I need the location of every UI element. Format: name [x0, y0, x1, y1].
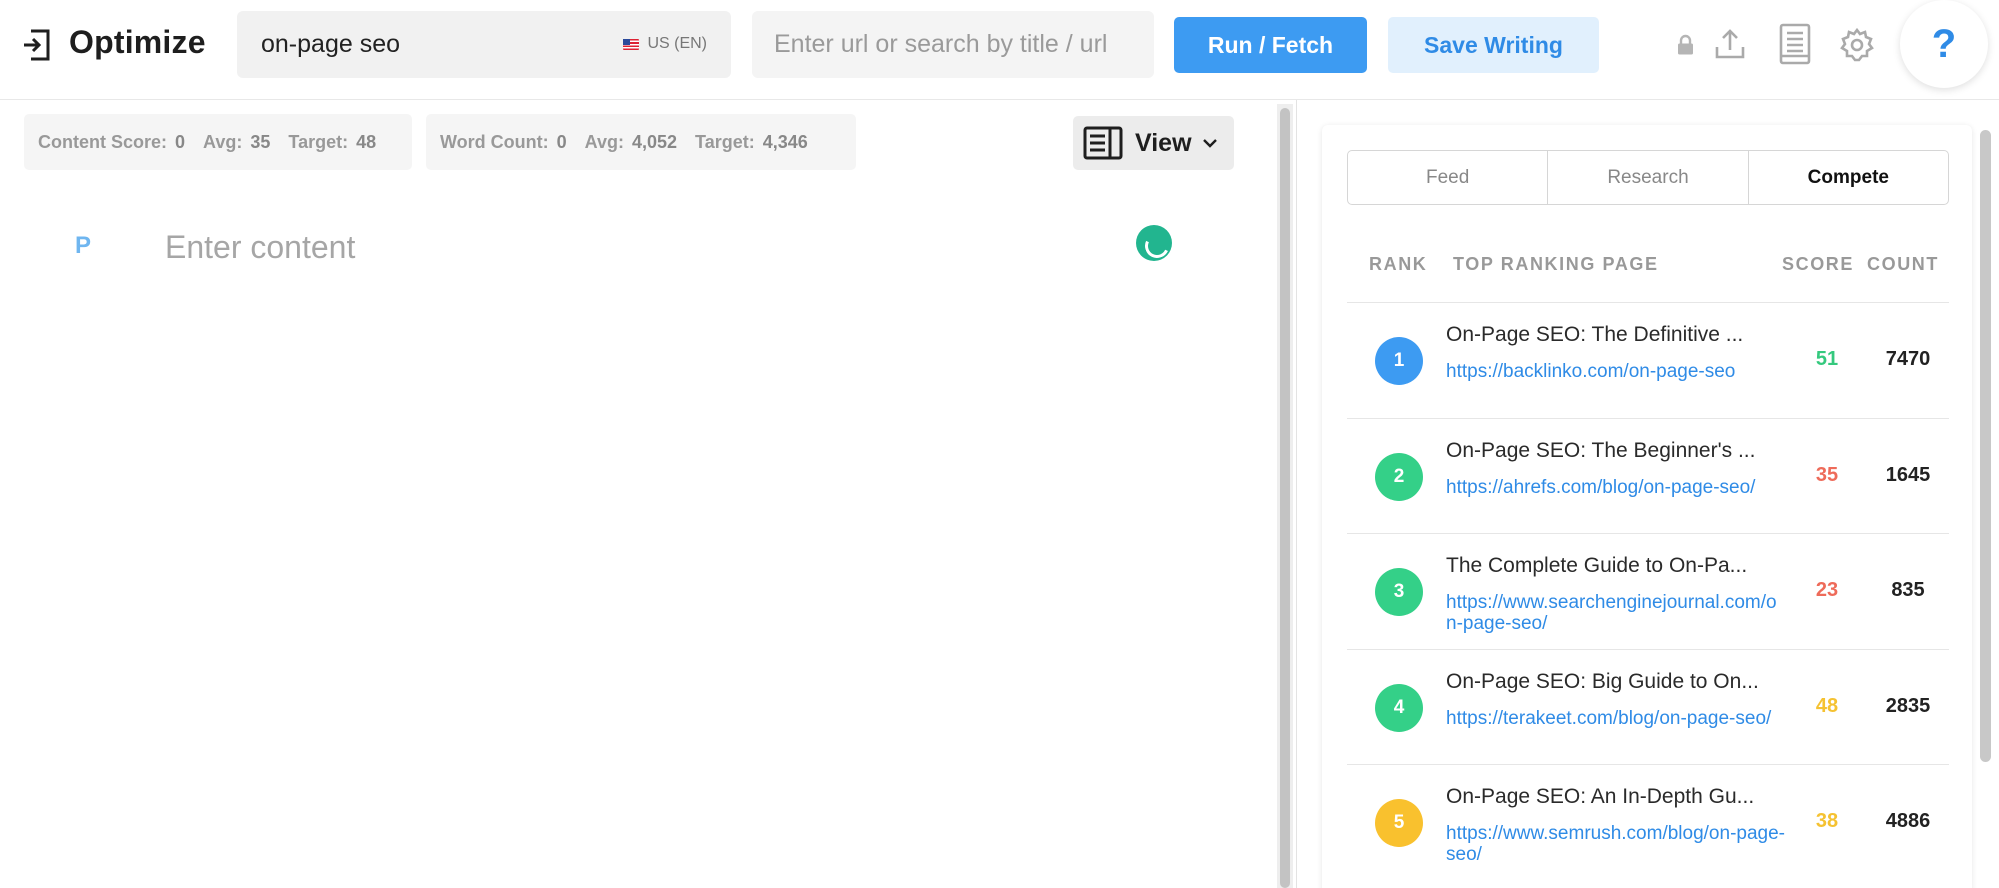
table-row[interactable]: 5 On-Page SEO: An In-Depth Gu... https:/… [1347, 764, 1949, 880]
page-title: On-Page SEO: The Beginner's ... [1446, 438, 1756, 462]
content-score-target: 48 [356, 131, 377, 152]
column-header-rank: RANK [1369, 254, 1428, 274]
count-value: 2835 [1885, 694, 1931, 717]
word-count-avg: 4,052 [632, 131, 678, 152]
upload-icon[interactable] [1714, 28, 1746, 60]
help-button[interactable]: ? [1900, 0, 1988, 88]
panel-scrollbar[interactable] [1978, 128, 1993, 888]
url-search-input[interactable] [752, 11, 1154, 78]
score-value: 38 [1815, 810, 1839, 832]
count-value: 7470 [1885, 348, 1931, 370]
score-value: 48 [1815, 694, 1839, 717]
lock-icon[interactable] [1677, 34, 1694, 56]
exit-icon[interactable] [22, 28, 52, 62]
page-url-link[interactable]: https://ahrefs.com/blog/on-page-seo/ [1446, 477, 1786, 498]
table-row[interactable]: 1 On-Page SEO: The Definitive ... https:… [1347, 302, 1949, 418]
count-value: 4886 [1885, 810, 1931, 832]
keyword-field[interactable]: on-page seo US (EN) [237, 11, 731, 78]
table-row[interactable]: 3 The Complete Guide to On-Pa... https:/… [1347, 533, 1949, 649]
page-url-link[interactable]: https://terakeet.com/blog/on-page-seo/ [1446, 708, 1786, 729]
content-score-target-label: Target: [288, 131, 349, 152]
page-title: The Complete Guide to On-Pa... [1446, 554, 1748, 577]
ranking-table: 1 On-Page SEO: The Definitive ... https:… [1347, 302, 1949, 880]
page-url-link[interactable]: https://backlinko.com/on-page-seo [1446, 361, 1786, 382]
rank-badge: 3 [1375, 568, 1423, 616]
panel-tabs: Feed Research Compete [1347, 150, 1949, 205]
editor-scrollbar[interactable] [1277, 104, 1293, 888]
page-title: On-Page SEO: Big Guide to On... [1446, 669, 1759, 693]
word-count-target: 4,346 [762, 131, 808, 152]
content-score-summary: Content Score: 0 Avg: 35 Target: 48 [24, 114, 412, 170]
flag-icon [623, 38, 640, 50]
column-header-page: TOP RANKING PAGE [1453, 254, 1659, 274]
app-title: Optimize [69, 24, 206, 60]
content-score-avg: 35 [250, 131, 271, 152]
locale-selector[interactable]: US (EN) [623, 35, 707, 53]
paragraph-tag[interactable]: P [75, 232, 91, 260]
gear-icon[interactable] [1839, 27, 1875, 63]
url-search-field[interactable] [752, 11, 1154, 78]
score-value: 23 [1815, 579, 1839, 601]
content-score-avg-label: Avg: [203, 131, 243, 152]
rank-badge: 5 [1375, 799, 1423, 847]
keyword-value: on-page seo [261, 30, 401, 58]
rank-badge: 4 [1375, 683, 1423, 732]
view-layout-icon [1083, 126, 1123, 160]
top-bar: Optimize on-page seo US (EN) Run / Fetch… [0, 0, 1999, 100]
column-header-count: COUNT [1867, 254, 1939, 274]
word-count-summary: Word Count: 0 Avg: 4,052 Target: 4,346 [426, 114, 856, 170]
tab-compete[interactable]: Compete [1749, 151, 1948, 204]
run-fetch-button[interactable]: Run / Fetch [1174, 17, 1367, 73]
tab-research[interactable]: Research [1548, 151, 1749, 204]
tab-feed[interactable]: Feed [1348, 151, 1549, 204]
locale-label: US (EN) [647, 35, 707, 52]
column-header-score: SCORE [1782, 254, 1855, 274]
chevron-down-icon [1202, 139, 1217, 148]
page-title: On-Page SEO: The Definitive ... [1446, 323, 1744, 346]
panel-scrollbar-thumb[interactable] [1980, 130, 1991, 762]
table-row[interactable]: 4 On-Page SEO: Big Guide to On... https:… [1347, 648, 1949, 765]
page-url-link[interactable]: https://www.searchenginejournal.com/on-p… [1446, 592, 1786, 634]
view-button[interactable]: View [1073, 116, 1234, 170]
word-count-label: Word Count: [440, 131, 549, 152]
save-writing-button[interactable]: Save Writing [1388, 17, 1599, 73]
count-value: 1645 [1885, 463, 1931, 486]
editor-scrollbar-thumb[interactable] [1280, 108, 1290, 888]
document-icon[interactable] [1778, 23, 1812, 65]
content-score-value: 0 [175, 131, 186, 152]
content-score-label: Content Score: [38, 131, 168, 152]
table-header: RANK TOP RANKING PAGE SCORE COUNT [1347, 254, 1949, 284]
word-count-target-label: Target: [695, 131, 755, 152]
score-value: 35 [1815, 463, 1839, 486]
content-editor-input[interactable] [165, 224, 1065, 270]
view-label: View [1135, 128, 1192, 157]
rank-badge: 2 [1375, 452, 1423, 501]
help-icon: ? [1931, 21, 1957, 66]
count-value: 835 [1891, 579, 1925, 601]
page-url-link[interactable]: https://www.semrush.com/blog/on-page-seo… [1446, 823, 1786, 865]
rank-badge: 1 [1375, 337, 1423, 385]
table-row[interactable]: 2 On-Page SEO: The Beginner's ... https:… [1347, 417, 1949, 534]
pane-divider [1296, 100, 1297, 888]
spinner-icon [1136, 225, 1172, 261]
word-count-avg-label: Avg: [584, 131, 624, 152]
page-title: On-Page SEO: An In-Depth Gu... [1446, 785, 1755, 808]
score-value: 51 [1815, 348, 1839, 370]
word-count-value: 0 [556, 131, 567, 152]
